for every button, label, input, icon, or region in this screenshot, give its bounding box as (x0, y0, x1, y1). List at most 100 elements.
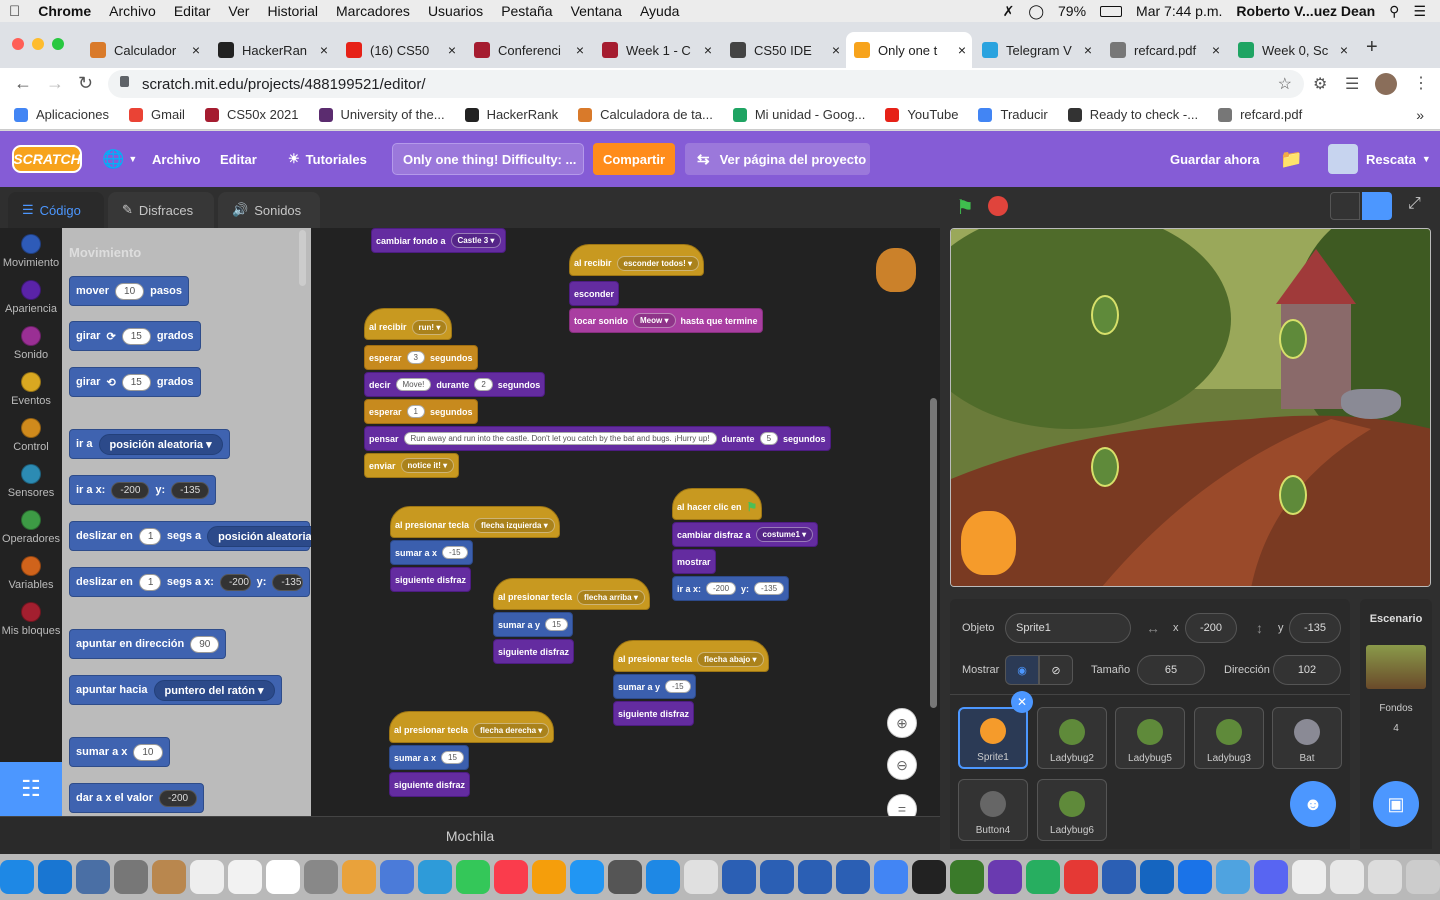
block-set-x[interactable]: dar a x el valor -200 (69, 783, 205, 813)
dock-app-icon[interactable] (152, 860, 186, 894)
dock-app-icon[interactable] (494, 860, 528, 894)
category-8[interactable]: Mis bloques (0, 596, 62, 642)
dock-app-icon[interactable] (1406, 860, 1440, 894)
block-next-costume[interactable]: siguiente disfraz (389, 772, 471, 797)
block-wait[interactable]: esperar 1 segundos (364, 399, 478, 424)
fullscreen-icon[interactable]: ⤢ (1408, 195, 1421, 213)
dock-app-icon[interactable] (798, 860, 832, 894)
x-input[interactable]: -200 (706, 582, 737, 595)
profile-avatar[interactable] (1375, 73, 1397, 95)
close-tab-icon[interactable]: × (570, 42, 590, 58)
block-when-key-pressed[interactable]: al presionar tecla flecha izquierda ▾ (390, 506, 560, 538)
minimize-window-button[interactable] (32, 38, 44, 50)
tab-8[interactable]: refcard.pdf × (1102, 32, 1226, 68)
choose-sprite-button[interactable]: ☻ (1290, 781, 1336, 827)
chrome-menu-icon[interactable]: ⋮ (1413, 73, 1429, 93)
close-tab-icon[interactable]: × (314, 42, 334, 58)
change-input[interactable]: 15 (545, 618, 568, 631)
choose-backdrop-button[interactable]: ▣ (1373, 781, 1419, 827)
block-next-costume[interactable]: siguiente disfraz (493, 639, 575, 664)
tab-9[interactable]: Week 0, Sc × (1230, 32, 1354, 68)
dock-app-icon[interactable] (722, 860, 756, 894)
stage-canvas[interactable] (950, 228, 1431, 587)
sprite-thumbnail[interactable]: Ladybug5 (1115, 707, 1185, 769)
tab-6[interactable]: Only one t × (846, 32, 972, 68)
secs-input[interactable]: 1 (138, 573, 161, 591)
dock-app-icon[interactable] (342, 860, 376, 894)
menu-usuarios[interactable]: Usuarios (428, 3, 483, 19)
dock-app-icon[interactable] (684, 860, 718, 894)
sprite-ladybug[interactable] (1091, 447, 1119, 487)
x-input[interactable]: -200 (1185, 613, 1237, 643)
block-point-direction[interactable]: apuntar en dirección 90 (69, 629, 227, 659)
sprite-thumbnail[interactable]: Ladybug3 (1194, 707, 1264, 769)
dock-app-icon[interactable] (532, 860, 566, 894)
sprite-thumbnail[interactable]: Ladybug6 (1037, 779, 1107, 841)
change-x-input[interactable]: 10 (133, 743, 163, 761)
tab-sounds[interactable]: 🔊 Sonidos (218, 192, 320, 228)
wifi-icon[interactable]: ◯ (1028, 3, 1044, 20)
tab-code[interactable]: ☰ Código (8, 192, 104, 228)
my-stuff-folder-icon[interactable]: 📁 (1280, 131, 1302, 187)
bluetooth-icon[interactable]: ✗ (1003, 3, 1015, 20)
close-window-button[interactable] (12, 38, 24, 50)
new-tab-button[interactable]: + (1366, 36, 1378, 59)
wait-input[interactable]: 1 (406, 405, 425, 418)
dock-app-icon[interactable] (418, 860, 452, 894)
size-input[interactable]: 65 (1137, 655, 1205, 685)
dock-app-icon[interactable] (1368, 860, 1402, 894)
zoom-out-button[interactable]: ⊖ (887, 750, 917, 780)
block-turn-right[interactable]: girar ⟳ 15 grados (69, 321, 201, 351)
menu-editar-scratch[interactable]: Editar (220, 131, 257, 187)
wait-input[interactable]: 3 (406, 351, 425, 364)
forward-icon[interactable]: → (46, 73, 64, 94)
message-dropdown[interactable]: esconder todos! ▾ (616, 255, 700, 271)
block-switch-backdrop[interactable]: cambiar fondo a Castle 3 ▾ (371, 228, 507, 253)
y-input[interactable]: -135 (272, 573, 303, 591)
degrees-input[interactable]: 15 (121, 327, 151, 345)
see-project-page-button[interactable]: ⇆ Ver página del proyecto (685, 143, 870, 175)
block-when-key-pressed[interactable]: al presionar tecla flecha abajo ▾ (613, 640, 769, 672)
dock-app-icon[interactable] (1102, 860, 1136, 894)
block-glide[interactable]: deslizar en 1 segs a posición aleatoria ▾ (69, 521, 311, 551)
menu-ayuda[interactable]: Ayuda (640, 3, 679, 19)
costume-dropdown[interactable]: costume1 ▾ (755, 527, 814, 542)
bookmark-item[interactable]: University of the... (318, 107, 445, 122)
block-when-flag-clicked[interactable]: al hacer clic en ⚑ (672, 488, 763, 520)
zoom-window-button[interactable] (52, 38, 64, 50)
bookmark-star-icon[interactable]: ☆ (1278, 74, 1292, 94)
dock-app-icon[interactable] (950, 860, 984, 894)
palette-scrollbar[interactable] (299, 230, 306, 286)
bookmark-item[interactable]: CS50x 2021 (204, 107, 299, 122)
green-flag-button[interactable]: ⚑ (956, 195, 974, 220)
tab-2[interactable]: (16) CS50 × (338, 32, 462, 68)
sprite-thumbnail[interactable]: Ladybug2 (1037, 707, 1107, 769)
dock-app-icon[interactable] (836, 860, 870, 894)
tab-4[interactable]: Week 1 - C × (594, 32, 718, 68)
code-workspace[interactable]: cambiar fondo a Castle 3 ▾ al recibir esco… (311, 228, 940, 816)
reading-list-icon[interactable]: ☰ (1345, 74, 1359, 94)
menu-ventana[interactable]: Ventana (571, 3, 622, 19)
category-1[interactable]: Apariencia (0, 274, 62, 320)
category-6[interactable]: Operadores (0, 504, 62, 550)
secs-input[interactable]: 5 (759, 432, 779, 445)
tab-7[interactable]: Telegram V × (974, 32, 1098, 68)
sprite-thumbnail[interactable]: Sprite1 (958, 707, 1028, 769)
secs-input[interactable]: 1 (138, 527, 161, 545)
menu-editar[interactable]: Editar (174, 3, 211, 19)
zoom-reset-button[interactable]: = (887, 794, 917, 816)
block-think-for[interactable]: pensar Run away and run into the castle. … (364, 426, 831, 451)
tab-3[interactable]: Conferenci × (466, 32, 590, 68)
block-goto-xy[interactable]: ir a x: -200 y: -135 (69, 475, 217, 505)
block-point-towards[interactable]: apuntar hacia puntero del ratón ▾ (69, 675, 282, 705)
menu-ver[interactable]: Ver (228, 3, 249, 19)
close-tab-icon[interactable]: × (1334, 42, 1354, 58)
category-7[interactable]: Variables (0, 550, 62, 596)
block-broadcast[interactable]: enviar notice it! ▾ (364, 453, 460, 478)
block-goto[interactable]: ir a posición aleatoria ▾ (69, 429, 230, 459)
category-5[interactable]: Sensores (0, 458, 62, 504)
close-tab-icon[interactable]: × (1078, 42, 1098, 58)
block-turn-left[interactable]: girar ⟲ 15 grados (69, 367, 201, 397)
show-hidden-button[interactable]: ⊘ (1039, 655, 1073, 685)
think-input[interactable]: Run away and run into the castle. Don't … (403, 432, 717, 445)
